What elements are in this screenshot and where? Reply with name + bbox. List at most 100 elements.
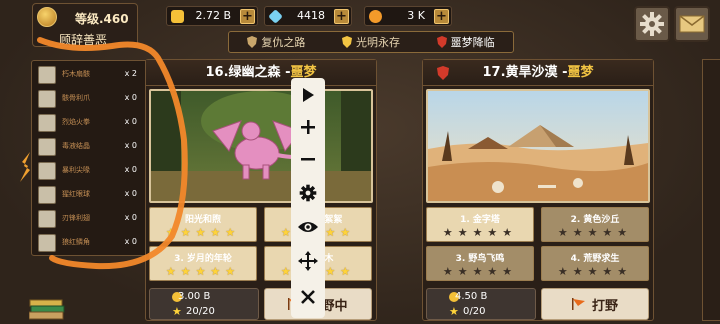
close-button[interactable] — [291, 282, 325, 312]
list-item[interactable]: 刃锋利翅 x 0 — [35, 208, 145, 230]
substage-2[interactable]: 2. 黄色沙丘 ★★★★★ — [541, 207, 649, 242]
stage-cost: 4.50 B — [455, 291, 488, 302]
stage-title: 16.绿幽之森 -噩梦 — [146, 60, 376, 86]
material-list: 朽木扇骸 x 2 骸骨利爪 x 0 烈焰火拳 x 0 毒液结晶 x 0 暴利尖喙… — [31, 60, 149, 256]
shield-icon — [342, 36, 352, 48]
substage-label: 1. 金字塔 — [460, 215, 500, 225]
eye-icon — [298, 222, 318, 232]
tab-label: 光明永存 — [356, 36, 400, 49]
tab-label: 复仇之路 — [261, 36, 306, 49]
mail-button[interactable] — [674, 6, 710, 42]
player-level: 等级.460 — [75, 12, 129, 26]
list-item[interactable]: 狼红鳞角 x 0 — [35, 232, 145, 254]
material-count: x 0 — [124, 213, 137, 222]
material-icon — [38, 234, 56, 252]
stage-card-18-partial — [702, 59, 720, 321]
stage-card-16: 16.绿幽之森 -噩梦 阳光和煦 ★★★★★ 3. 岁月的年轮 ★★★★★ 3.… — [145, 59, 377, 321]
forest-scene-image — [149, 89, 373, 203]
shield-icon — [437, 66, 449, 80]
list-item[interactable]: 暴利尖喙 x 0 — [35, 160, 145, 182]
list-item[interactable]: 猩红眼球 x 0 — [35, 184, 145, 206]
diamond-value: 4418 — [297, 9, 325, 22]
substage-stars: ★★★★★ — [442, 265, 518, 278]
diamond-plus-button[interactable]: + — [334, 9, 349, 24]
floating-toolbar — [291, 78, 325, 318]
orb-icon — [369, 10, 382, 23]
play-button[interactable] — [291, 80, 325, 110]
orb-resource: 3 K + — [364, 6, 452, 26]
material-count: x 0 — [124, 189, 137, 198]
stage-title: 17.黄旱沙漠 -噩梦 — [423, 60, 653, 86]
substage-label: 3. 野鸟飞鸣 — [455, 254, 505, 264]
material-label: 烈焰火拳 — [62, 118, 90, 126]
stage-progress: 20/20 — [186, 306, 215, 317]
tab-revenge-road[interactable]: 复仇之路 — [229, 32, 324, 52]
flag-icon — [571, 298, 585, 310]
zoom-out-button[interactable] — [291, 144, 325, 174]
player-level-panel[interactable]: 等级.460 顾辞善恶 — [32, 3, 138, 47]
side-effect-icon — [20, 152, 30, 182]
orb-value: 3 K — [407, 9, 425, 22]
tab-nightmare[interactable]: 噩梦降临 — [418, 32, 513, 52]
gold-value: 2.72 B — [195, 9, 231, 22]
substage-stars: ★★★★★ — [442, 226, 518, 239]
material-icon — [38, 162, 56, 180]
orb-plus-button[interactable]: + — [434, 9, 449, 24]
substage-stars: ★★★★★ — [165, 265, 241, 278]
substage-3[interactable]: 3. 岁月的年轮 ★★★★★ — [149, 246, 257, 281]
material-label: 暴利尖喙 — [62, 166, 90, 174]
material-icon — [38, 90, 56, 108]
material-icon — [38, 66, 56, 84]
hunt-button[interactable]: 打野 — [541, 288, 649, 320]
shield-icon — [247, 36, 258, 48]
mode-tabs: 复仇之路 光明永存 噩梦降临 — [228, 31, 514, 53]
substage-1[interactable]: 阳光和煦 ★★★★★ — [149, 207, 257, 242]
zoom-out-icon — [301, 158, 315, 161]
close-icon — [301, 290, 315, 304]
list-item[interactable]: 烈焰火拳 x 0 — [35, 112, 145, 134]
material-count: x 0 — [124, 93, 137, 102]
move-button[interactable] — [291, 246, 325, 276]
diamond-resource: 4418 + — [264, 6, 352, 26]
material-label: 骸骨利爪 — [62, 94, 90, 102]
settings-button[interactable] — [634, 6, 670, 42]
tab-label: 噩梦降临 — [450, 36, 495, 49]
gold-plus-button[interactable]: + — [240, 9, 255, 24]
list-item[interactable]: 朽木扇骸 x 2 — [35, 64, 145, 86]
substage-3[interactable]: 3. 野鸟飞鸣 ★★★★★ — [426, 246, 534, 281]
desert-scene-image — [426, 89, 650, 203]
material-label: 狼红鳞角 — [62, 238, 90, 246]
tab-eternal-light[interactable]: 光明永存 — [324, 32, 419, 52]
book-stack-icon[interactable] — [29, 298, 65, 320]
play-icon — [303, 88, 314, 102]
material-icon — [38, 210, 56, 228]
list-item[interactable]: 骸骨利爪 x 0 — [35, 88, 145, 110]
material-label: 毒液结晶 — [62, 142, 90, 150]
substage-4[interactable]: 4. 荒野求生 ★★★★★ — [541, 246, 649, 281]
substage-label: 3. 岁月的年轮 — [174, 254, 232, 264]
hunt-button-label: 打野 — [591, 298, 618, 314]
material-count: x 0 — [124, 165, 137, 174]
tool-settings-button[interactable] — [291, 178, 325, 208]
list-item[interactable]: 毒液结晶 x 0 — [35, 136, 145, 158]
stage-cost: 3.00 B — [178, 291, 211, 302]
material-label: 朽木扇骸 — [62, 70, 90, 78]
substage-stars: ★★★★★ — [557, 226, 633, 239]
gear-icon — [640, 12, 664, 36]
shield-icon — [436, 36, 447, 48]
material-count: x 0 — [124, 117, 137, 126]
star-icon: ★ — [172, 305, 182, 318]
substage-stars: ★★★★★ — [557, 265, 633, 278]
gold-icon — [171, 10, 184, 23]
star-icon: ★ — [449, 305, 459, 318]
zoom-in-button[interactable] — [291, 112, 325, 142]
settings-icon — [299, 184, 317, 202]
substage-label: 阳光和煦 — [184, 215, 221, 225]
substage-1[interactable]: 1. 金字塔 ★★★★★ — [426, 207, 534, 242]
substage-label: 2. 黄色沙丘 — [570, 215, 620, 225]
material-label: 猩红眼球 — [62, 190, 90, 198]
diamond-icon — [268, 9, 283, 24]
material-icon — [38, 114, 56, 132]
zoom-in-icon — [301, 120, 315, 134]
view-button[interactable] — [291, 212, 325, 242]
